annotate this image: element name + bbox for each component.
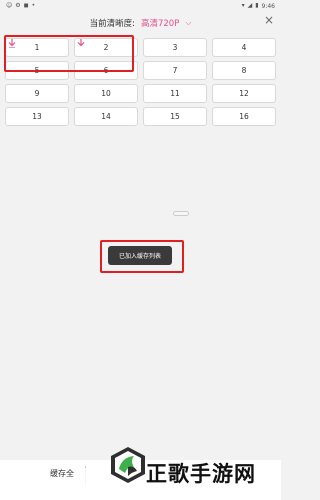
- episode-label: 3: [172, 43, 178, 52]
- status-time: 9:46: [261, 2, 275, 10]
- episode-button-9[interactable]: 9: [5, 84, 69, 103]
- close-icon[interactable]: ×: [263, 14, 275, 26]
- episode-label: 8: [241, 66, 247, 75]
- status-right: ▾ ◢ ▮ 9:46: [242, 3, 275, 10]
- battery-icon: ▮: [255, 2, 259, 9]
- episode-label: 5: [34, 66, 40, 75]
- watermark-text: 正歌手游网: [146, 462, 256, 486]
- episode-label: 13: [32, 112, 42, 121]
- quality-header: 当前清晰度: 高清720P ⌵: [0, 12, 281, 34]
- episode-label: 10: [101, 89, 111, 98]
- episode-button-2[interactable]: 2: [74, 38, 138, 57]
- episode-button-1[interactable]: 1: [5, 38, 69, 57]
- download-arrow-icon: [77, 39, 85, 47]
- settings-icon: ⚙: [15, 2, 21, 9]
- episode-label: 14: [101, 112, 111, 121]
- chevron-down-icon[interactable]: ⌵: [185, 18, 191, 28]
- episode-label: 16: [239, 112, 249, 121]
- episode-button-14[interactable]: 14: [74, 107, 138, 126]
- episode-button-13[interactable]: 13: [5, 107, 69, 126]
- wifi-icon: ▾: [241, 2, 245, 9]
- quality-label: 当前清晰度:: [89, 19, 135, 29]
- episode-button-10[interactable]: 10: [74, 84, 138, 103]
- episode-label: 12: [239, 89, 249, 98]
- episode-button-16[interactable]: 16: [212, 107, 276, 126]
- watermark-logo-icon: [111, 447, 145, 483]
- episode-button-5[interactable]: 5: [5, 61, 69, 80]
- episode-label: 4: [241, 43, 247, 52]
- episode-label: 1: [34, 43, 40, 52]
- scroll-indicator: [173, 211, 189, 216]
- download-arrow-icon: [8, 39, 16, 48]
- episode-label: 7: [172, 66, 178, 75]
- status-icons: ☺ ⚙ ◼ •: [6, 3, 35, 9]
- quality-value[interactable]: 高清720P: [141, 17, 179, 29]
- toast-message: 已加入缓存列表: [108, 246, 172, 265]
- episode-button-11[interactable]: 11: [143, 84, 207, 103]
- episode-button-4[interactable]: 4: [212, 38, 276, 57]
- episode-button-8[interactable]: 8: [212, 61, 276, 80]
- cache-all-button[interactable]: 缓存全: [50, 468, 74, 479]
- episode-grid: 1 2 3 4 5 6 7 8 9 10 11 12 13 14 15 16: [5, 38, 276, 126]
- episode-button-15[interactable]: 15: [143, 107, 207, 126]
- episode-label: 15: [170, 112, 180, 121]
- app-icon: ◼: [23, 2, 29, 9]
- episode-button-3[interactable]: 3: [143, 38, 207, 57]
- episode-label: 2: [103, 43, 109, 52]
- dot-icon: •: [31, 2, 36, 9]
- episode-button-6[interactable]: 6: [74, 61, 138, 80]
- notification-icon: ☺: [6, 2, 13, 9]
- episode-label: 6: [103, 66, 109, 75]
- episode-button-12[interactable]: 12: [212, 84, 276, 103]
- episode-button-7[interactable]: 7: [143, 61, 207, 80]
- episode-label: 9: [34, 89, 40, 98]
- episode-label: 11: [170, 89, 180, 98]
- status-bar: ☺ ⚙ ◼ • ▾ ◢ ▮ 9:46: [0, 0, 281, 12]
- signal-icon: ◢: [247, 2, 253, 9]
